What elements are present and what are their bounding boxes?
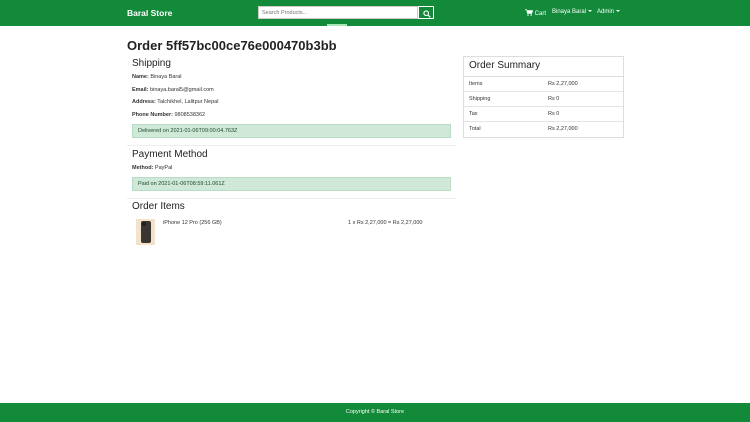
delivered-alert: Delivered on 2021-01-06T09:00:04.763Z: [132, 124, 451, 138]
method-value: PayPal: [154, 165, 173, 171]
shipping-address: Address: Talchikhel, Lalitpur Nepal: [132, 99, 218, 105]
shipping-email: Email: binaya.baral5@gmail.com: [132, 87, 214, 93]
name-label: Name:: [132, 74, 149, 80]
cart-label: Cart: [534, 11, 547, 17]
payment-method: Method: PayPal: [132, 165, 172, 171]
page-title: Order 5ff57bc00ce76e000470b3bb: [127, 38, 337, 53]
product-image: [136, 219, 155, 245]
user-dropdown[interactable]: Binaya Baral: [552, 9, 592, 15]
summary-value: Rs 0: [548, 96, 560, 102]
shipping-heading: Shipping: [132, 58, 171, 69]
order-summary-card: Order Summary Items Rs 2,27,000 Shipping…: [463, 56, 624, 138]
shipping-name: Name: Binaya Baral: [132, 74, 182, 80]
address-value: Talchikhel, Lalitpur Nepal: [157, 99, 219, 105]
product-price-line: 1 x Rs 2,27,000 = Rs 2,27,000: [348, 220, 423, 226]
divider: [127, 198, 456, 199]
address-label: Address:: [132, 99, 156, 105]
admin-dropdown[interactable]: Admin: [597, 9, 620, 15]
cart-link[interactable]: Cart: [525, 9, 546, 17]
copyright-text: Copyright © Baral Store: [345, 409, 405, 415]
summary-label: Total: [469, 126, 481, 132]
method-label: Method:: [132, 165, 154, 171]
search-input[interactable]: [258, 6, 418, 19]
summary-value: Rs 2,27,000: [548, 126, 578, 132]
search-button[interactable]: [418, 6, 434, 19]
email-link[interactable]: binaya.baral5@gmail.com: [150, 87, 214, 93]
summary-value: Rs 2,27,000: [548, 81, 578, 87]
summary-row-items: Items Rs 2,27,000: [464, 77, 623, 92]
payment-heading: Payment Method: [132, 149, 208, 160]
summary-label: Tax: [469, 111, 478, 117]
admin-label: Admin: [597, 9, 615, 15]
summary-label: Shipping: [469, 96, 491, 102]
chevron-down-icon: [587, 10, 592, 12]
cart-icon: [525, 9, 533, 16]
summary-row-shipping: Shipping Rs 0: [464, 92, 623, 107]
search-focus-bar: [327, 24, 347, 26]
phone-value: 9808538362: [174, 112, 206, 118]
search-icon: [422, 9, 431, 18]
summary-value: Rs 0: [548, 111, 560, 117]
product-link[interactable]: iPhone 12 Pro (256 GB): [163, 220, 222, 226]
summary-label: Items: [469, 81, 483, 87]
summary-row-tax: Tax Rs 0: [464, 107, 623, 122]
divider: [127, 145, 456, 146]
shipping-phone: Phone Number: 9808538362: [132, 112, 205, 118]
summary-row-total: Total Rs 2,27,000: [464, 122, 623, 137]
phone-label: Phone Number:: [132, 112, 173, 118]
brand-link[interactable]: Baral Store: [127, 8, 172, 18]
order-items-heading: Order Items: [132, 201, 185, 212]
email-label: Email:: [132, 87, 149, 93]
name-value: Binaya Baral: [150, 74, 182, 80]
chevron-down-icon: [615, 10, 620, 12]
phone-icon: [141, 221, 151, 243]
navbar: Baral Store Cart Binaya Baral Admin: [0, 0, 750, 26]
paid-alert: Paid on 2021-01-06T08:59:11.061Z: [132, 177, 451, 191]
footer: Copyright © Baral Store: [0, 403, 750, 422]
order-summary-heading: Order Summary: [464, 57, 623, 77]
user-label: Binaya Baral: [552, 9, 587, 15]
